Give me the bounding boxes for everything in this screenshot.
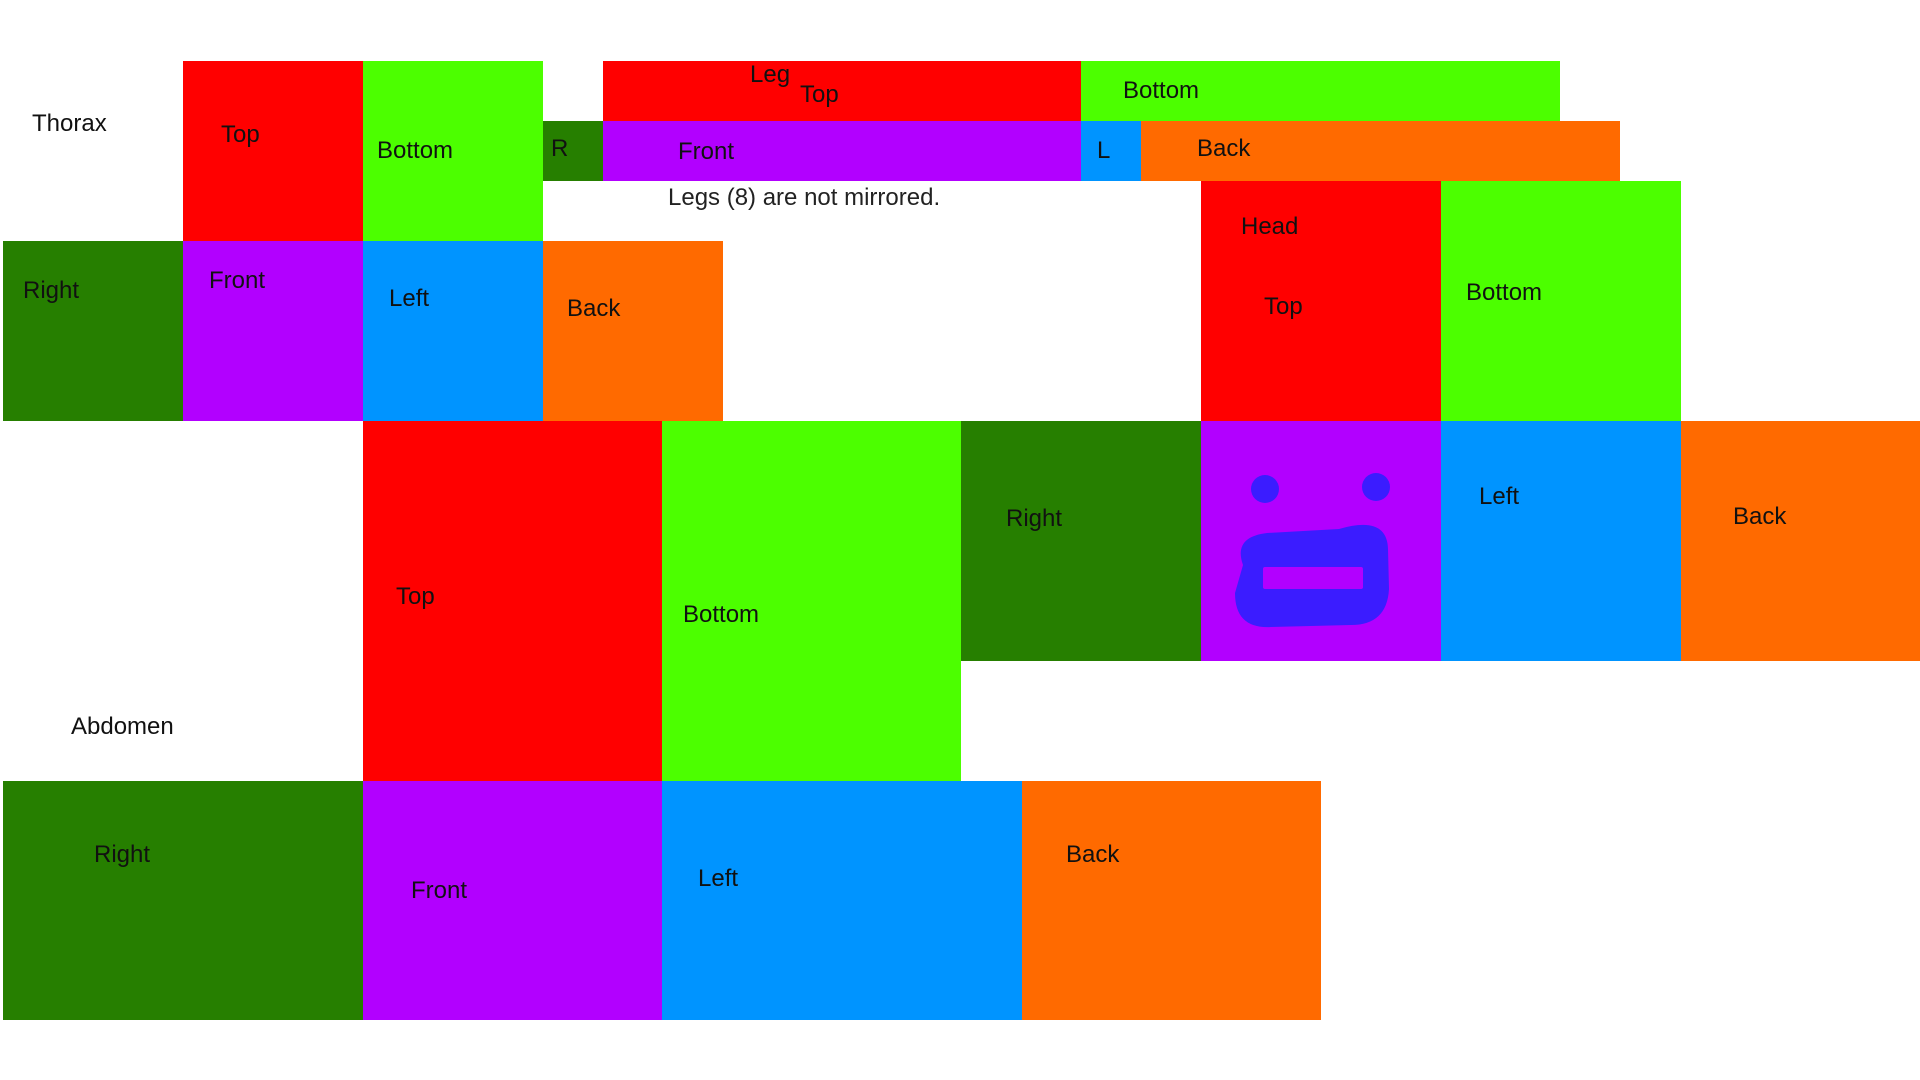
abdomen-title: Abdomen xyxy=(71,713,174,740)
leg-front-face: Front xyxy=(603,121,1081,181)
thorax-back-label: Back xyxy=(567,295,621,322)
leg-left-face: L xyxy=(1081,121,1141,181)
abdomen-front-face: Front xyxy=(363,781,662,1020)
leg-bottom-label: Bottom xyxy=(1123,77,1200,104)
head-bottom-face: Bottom xyxy=(1441,181,1681,421)
leg-front-label: Front xyxy=(678,138,735,165)
thorax-left-label: Left xyxy=(389,285,430,312)
head-left-label: Left xyxy=(1479,483,1520,510)
leg-back-label: Back xyxy=(1197,135,1251,162)
leg-title: Leg xyxy=(750,61,791,88)
thorax-top-label: Top xyxy=(221,121,260,148)
thorax-right-label: Right xyxy=(23,277,80,304)
abdomen-bottom-face: Bottom xyxy=(662,421,961,781)
abdomen-top-label: Top xyxy=(396,583,435,610)
abdomen-left-face: Left xyxy=(662,781,1022,1020)
thorax-front-face: Front xyxy=(183,241,363,421)
abdomen-bottom-label: Bottom xyxy=(683,601,760,628)
head-left-face: Left xyxy=(1441,421,1681,661)
head-top-label: Top xyxy=(1264,293,1303,320)
head-right-label: Right xyxy=(1006,505,1063,532)
head-top-face: Head Top xyxy=(1201,181,1441,421)
leg-top-label: Top xyxy=(800,81,839,108)
thorax-right-face: Right xyxy=(3,241,183,421)
thorax-back-face: Back xyxy=(543,241,723,421)
abdomen-back-label: Back xyxy=(1066,841,1120,868)
leg-right-face: R xyxy=(543,121,603,181)
texture-map-canvas: Thorax Top Bottom Right Front Left Back … xyxy=(0,0,1920,1080)
leg-bottom-face: Bottom xyxy=(1081,61,1560,121)
abdomen-right-label: Right xyxy=(94,841,151,868)
legs-mirror-note: Legs (8) are not mirrored. xyxy=(668,184,941,211)
thorax-bottom-face: Bottom xyxy=(363,61,543,241)
thorax-left-face: Left xyxy=(363,241,543,421)
leg-top-face: Leg Top xyxy=(603,61,1081,121)
head-front-face xyxy=(1201,421,1441,661)
head-back-face: Back xyxy=(1681,421,1920,661)
abdomen-front-label: Front xyxy=(411,877,468,904)
leg-left-label: L xyxy=(1097,137,1111,164)
abdomen-top-face: Top xyxy=(363,421,662,781)
smiley-face-icon xyxy=(1235,473,1390,628)
thorax-top-face: Top xyxy=(183,61,363,241)
abdomen-left-label: Left xyxy=(698,865,739,892)
leg-back-face: Back xyxy=(1141,121,1620,181)
head-bottom-label: Bottom xyxy=(1466,279,1543,306)
thorax-front-label: Front xyxy=(209,267,266,294)
head-right-face: Right xyxy=(961,421,1201,661)
head-title: Head xyxy=(1241,213,1299,240)
head-back-label: Back xyxy=(1733,503,1787,530)
thorax-title: Thorax xyxy=(32,110,107,137)
thorax-bottom-label: Bottom xyxy=(377,137,454,164)
abdomen-back-face: Back xyxy=(1022,781,1321,1020)
leg-right-label: R xyxy=(551,135,569,162)
abdomen-right-face: Right xyxy=(3,781,363,1020)
